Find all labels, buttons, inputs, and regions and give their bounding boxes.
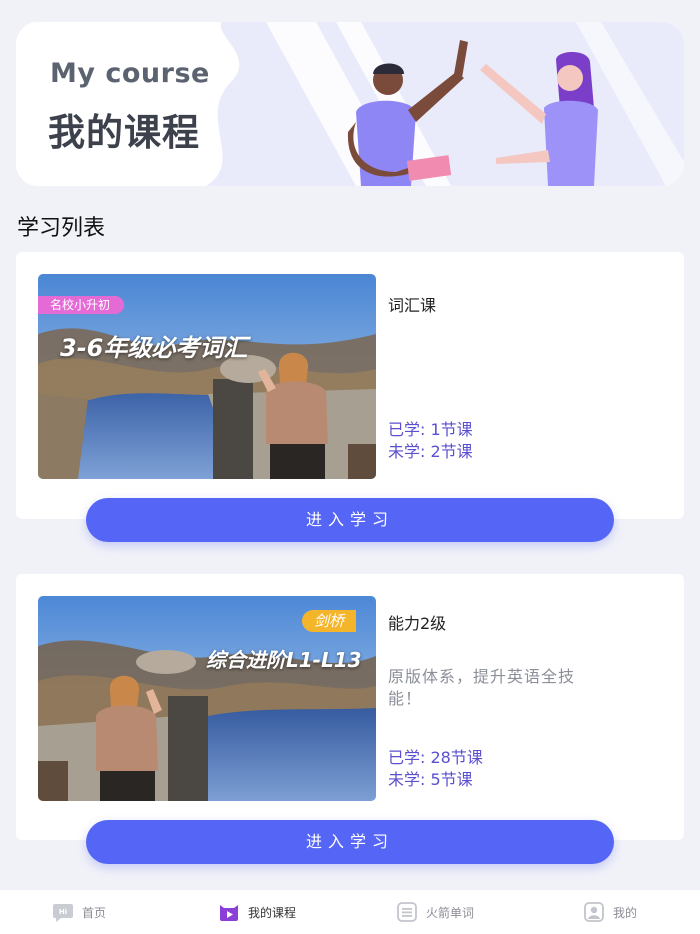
tab-rocket-words[interactable]: 火箭单词 [396,890,474,934]
tab-label: 火箭单词 [426,905,475,920]
profile-icon [584,902,604,922]
unlearned-count: 未学: 2节课 [388,442,473,461]
enter-study-button[interactable]: 进入学习 [86,820,614,864]
tab-label: 首页 [82,905,107,920]
word-list-icon [397,902,417,922]
course-description: 原版体系，提升英语全技能！ [388,667,576,708]
svg-text:Hi: Hi [59,908,67,916]
course-card[interactable]: 剑桥 综合进阶L1-L13 能力2级 原版体系，提升英语全技能！ 已学: 28节… [16,574,684,840]
tab-my-course[interactable]: 我的课程 [218,890,296,934]
tab-label: 我的课程 [248,905,297,920]
course-tag: 名校小升初 [38,296,125,314]
course-card[interactable]: 名校小升初 3-6年级必考词汇 词汇课 已学: 1节课 未学: 2节课 [16,252,684,519]
play-course-icon [220,905,238,921]
unlearned-count: 未学: 5节课 [388,770,473,789]
thumbnail-title: 综合进阶L1-L13 [206,648,362,672]
course-thumbnail[interactable]: 剑桥 综合进阶L1-L13 [38,596,376,801]
course-banner: My course 我的课程 [16,22,684,186]
banner-title-en: My course [50,58,210,89]
tab-label: 我的 [613,905,638,920]
thumbnail-title: 3-6年级必考词汇 [60,334,248,362]
bottom-tab-bar: Hi 首页 我的课程 火箭单词 我的 [0,890,700,934]
learned-count: 已学: 1节课 [388,420,473,439]
enter-study-button[interactable]: 进入学习 [86,498,614,542]
home-chat-icon: Hi [53,904,73,922]
section-title: 学习列表 [17,216,106,241]
tab-home[interactable]: Hi 首页 [52,890,106,934]
learned-count: 已学: 28节课 [388,748,483,767]
tab-mine[interactable]: 我的 [583,890,637,934]
course-name: 能力2级 [388,614,447,633]
course-tag: 剑桥 [302,610,357,632]
course-thumbnail[interactable]: 名校小升初 3-6年级必考词汇 [38,274,376,479]
course-name: 词汇课 [388,296,437,315]
banner-title-zh: 我的课程 [48,111,200,154]
